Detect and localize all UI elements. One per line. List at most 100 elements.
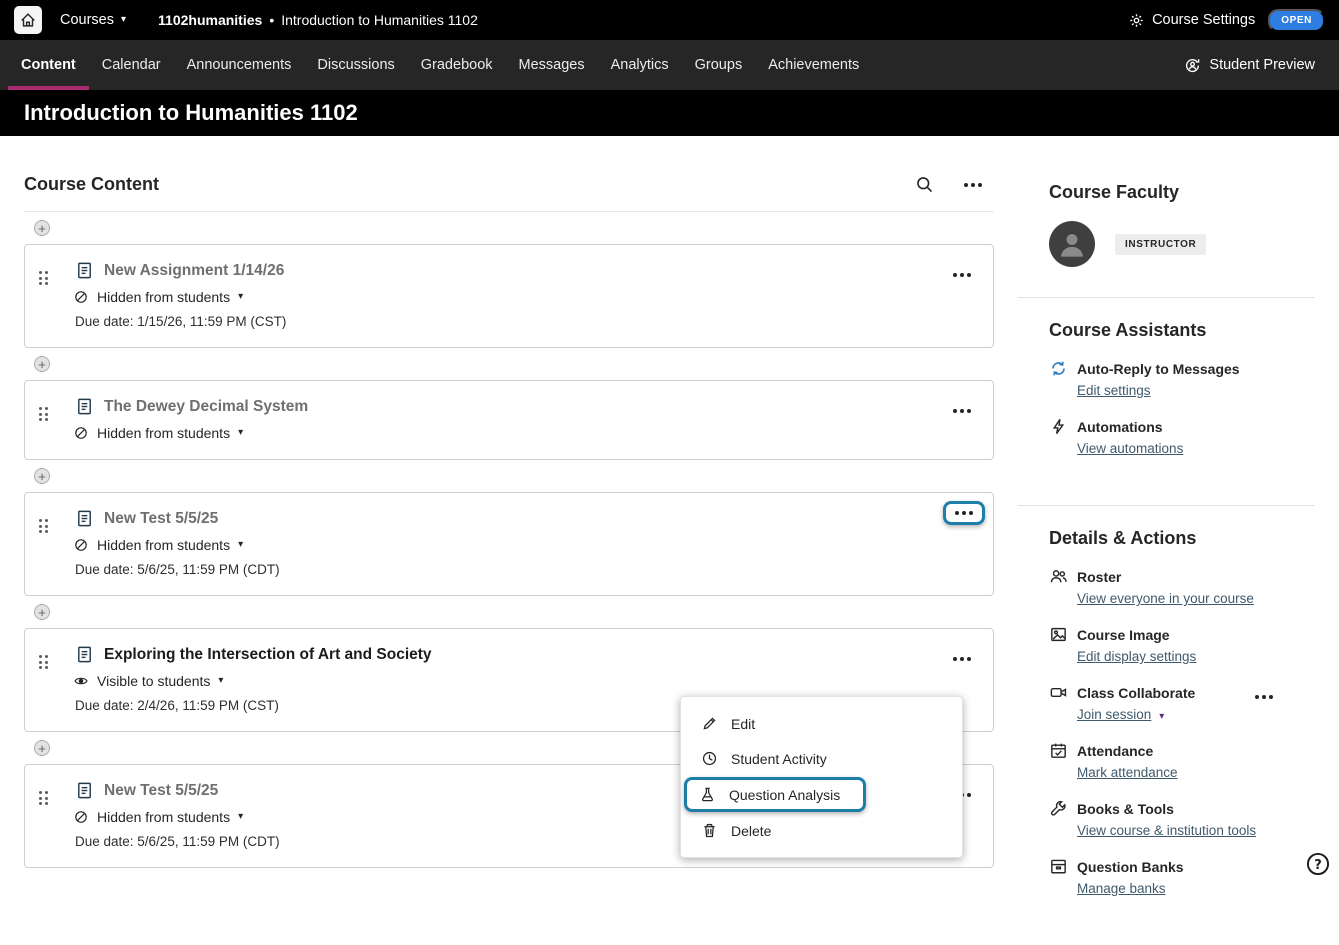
drag-handle-icon[interactable]: [39, 655, 48, 669]
assistant-item-auto-reply: Auto-Reply to Messages Edit settings: [1049, 359, 1315, 400]
view-course-tools-link[interactable]: View course & institution tools: [1077, 823, 1256, 838]
item-title-link[interactable]: The Dewey Decimal System: [104, 398, 308, 416]
home-button[interactable]: [14, 6, 42, 34]
drag-handle-icon[interactable]: [39, 791, 48, 805]
document-icon: [75, 645, 94, 664]
ellipsis-icon: [953, 657, 971, 661]
drag-handle-icon[interactable]: [39, 271, 48, 285]
student-preview-button[interactable]: Student Preview: [1168, 40, 1331, 90]
visibility-dropdown[interactable]: Hidden from students ▾: [73, 809, 243, 825]
course-image-icon: [1049, 625, 1068, 644]
view-automations-link[interactable]: View automations: [1077, 441, 1183, 456]
tab-achievements[interactable]: Achievements: [755, 40, 872, 90]
tab-groups[interactable]: Groups: [682, 40, 756, 90]
visibility-dropdown[interactable]: Hidden from students ▾: [73, 289, 243, 305]
due-date-text: Due date: 5/6/25, 11:59 PM (CDT): [75, 562, 975, 577]
breadcrumb-course-name: Introduction to Humanities 1102: [281, 12, 478, 28]
add-content-button[interactable]: +: [34, 356, 50, 372]
visibility-dropdown[interactable]: Hidden from students ▾: [73, 537, 243, 553]
add-content-button[interactable]: +: [34, 740, 50, 756]
courses-dropdown-label: Courses: [60, 12, 114, 28]
video-camera-icon: [1049, 683, 1068, 702]
tab-content[interactable]: Content: [8, 40, 89, 90]
visibility-dropdown[interactable]: Hidden from students ▾: [73, 425, 243, 441]
ellipsis-icon: [964, 183, 982, 187]
breadcrumb-separator: •: [269, 12, 274, 28]
assistant-item-automations: Automations View automations: [1049, 417, 1315, 458]
tab-discussions[interactable]: Discussions: [304, 40, 407, 90]
content-options-button[interactable]: [964, 183, 982, 187]
edit-display-settings-link[interactable]: Edit display settings: [1077, 649, 1196, 664]
item-context-menu: Edit Student Activity Question Analysis …: [680, 696, 963, 858]
mark-attendance-link[interactable]: Mark attendance: [1077, 765, 1178, 780]
course-assistants-heading: Course Assistants: [1049, 320, 1315, 341]
chevron-down-icon: ▾: [121, 15, 126, 25]
test-document-icon: [75, 781, 94, 800]
tab-calendar[interactable]: Calendar: [89, 40, 174, 90]
join-session-link[interactable]: Join session: [1077, 707, 1151, 722]
ellipsis-icon: [953, 409, 971, 413]
open-status-badge[interactable]: OPEN: [1268, 9, 1325, 32]
annotation-highlight-box: Question Analysis: [684, 777, 866, 812]
help-button[interactable]: [1305, 851, 1331, 877]
add-content-button[interactable]: +: [34, 468, 50, 484]
tab-messages[interactable]: Messages: [506, 40, 598, 90]
menu-item-delete[interactable]: Delete: [681, 813, 962, 848]
due-date-text: Due date: 1/15/26, 11:59 PM (CST): [75, 314, 975, 329]
details-actions-section: Details & Actions Roster View everyone i…: [1018, 506, 1315, 945]
student-preview-icon: [1184, 57, 1201, 74]
item-title-link[interactable]: New Test 5/5/25: [104, 510, 218, 528]
item-menu-button[interactable]: [949, 397, 975, 420]
instructor-avatar[interactable]: [1049, 221, 1095, 267]
item-menu-button[interactable]: [955, 511, 973, 515]
breadcrumb-course-id: 1102humanities: [158, 12, 262, 28]
hidden-icon: [73, 289, 89, 305]
question-banks-icon: [1049, 857, 1068, 876]
course-faculty-section: Course Faculty INSTRUCTOR: [1018, 160, 1315, 298]
ellipsis-icon: [953, 273, 971, 277]
chevron-down-icon[interactable]: ▾: [1159, 711, 1164, 722]
menu-item-student-activity[interactable]: Student Activity: [681, 741, 962, 776]
hidden-icon: [73, 809, 89, 825]
item-menu-button[interactable]: [949, 645, 975, 668]
wrench-icon: [1049, 799, 1068, 818]
course-assistants-section: Course Assistants Auto-Reply to Messages…: [1018, 298, 1315, 506]
tab-announcements[interactable]: Announcements: [174, 40, 305, 90]
hidden-icon: [73, 425, 89, 441]
edit-settings-link[interactable]: Edit settings: [1077, 383, 1151, 398]
menu-item-edit[interactable]: Edit: [681, 706, 962, 741]
drag-handle-icon[interactable]: [39, 407, 48, 421]
attendance-calendar-icon: [1049, 741, 1068, 760]
course-content-heading: Course Content: [24, 174, 159, 195]
tab-analytics[interactable]: Analytics: [598, 40, 682, 90]
item-title-link[interactable]: New Test 5/5/25: [104, 782, 218, 800]
item-title-link[interactable]: Exploring the Intersection of Art and So…: [104, 646, 432, 664]
courses-dropdown[interactable]: Courses ▾: [60, 12, 126, 28]
drag-handle-icon[interactable]: [39, 519, 48, 533]
item-menu-button[interactable]: [949, 261, 975, 284]
content-item-card: New Assignment 1/14/26 Hidden from stude…: [24, 244, 994, 348]
view-everyone-link[interactable]: View everyone in your course: [1077, 591, 1254, 606]
auto-reply-icon: [1049, 359, 1068, 378]
content-item-card: The Dewey Decimal System Hidden from stu…: [24, 380, 994, 460]
details-actions-heading: Details & Actions: [1049, 528, 1315, 549]
flask-icon: [699, 786, 716, 803]
item-title-link[interactable]: New Assignment 1/14/26: [104, 262, 284, 280]
search-button[interactable]: [915, 175, 934, 194]
course-settings-button[interactable]: Course Settings: [1128, 12, 1255, 29]
assignment-document-icon: [75, 261, 94, 280]
chevron-down-icon: ▾: [238, 540, 243, 550]
course-settings-label: Course Settings: [1152, 12, 1255, 28]
add-content-button[interactable]: +: [34, 220, 50, 236]
course-nav-tabs: Content Calendar Announcements Discussio…: [0, 40, 1339, 90]
student-preview-label: Student Preview: [1209, 57, 1315, 73]
add-content-button[interactable]: +: [34, 604, 50, 620]
clock-icon: [701, 750, 718, 767]
annotation-highlight-box: [943, 501, 985, 525]
visible-eye-icon: [73, 673, 89, 689]
visibility-dropdown[interactable]: Visible to students ▾: [73, 673, 223, 689]
ellipsis-icon: [955, 511, 973, 515]
collaborate-options-button[interactable]: [1251, 683, 1277, 706]
tab-gradebook[interactable]: Gradebook: [408, 40, 506, 90]
menu-item-question-analysis[interactable]: Question Analysis: [687, 780, 863, 809]
